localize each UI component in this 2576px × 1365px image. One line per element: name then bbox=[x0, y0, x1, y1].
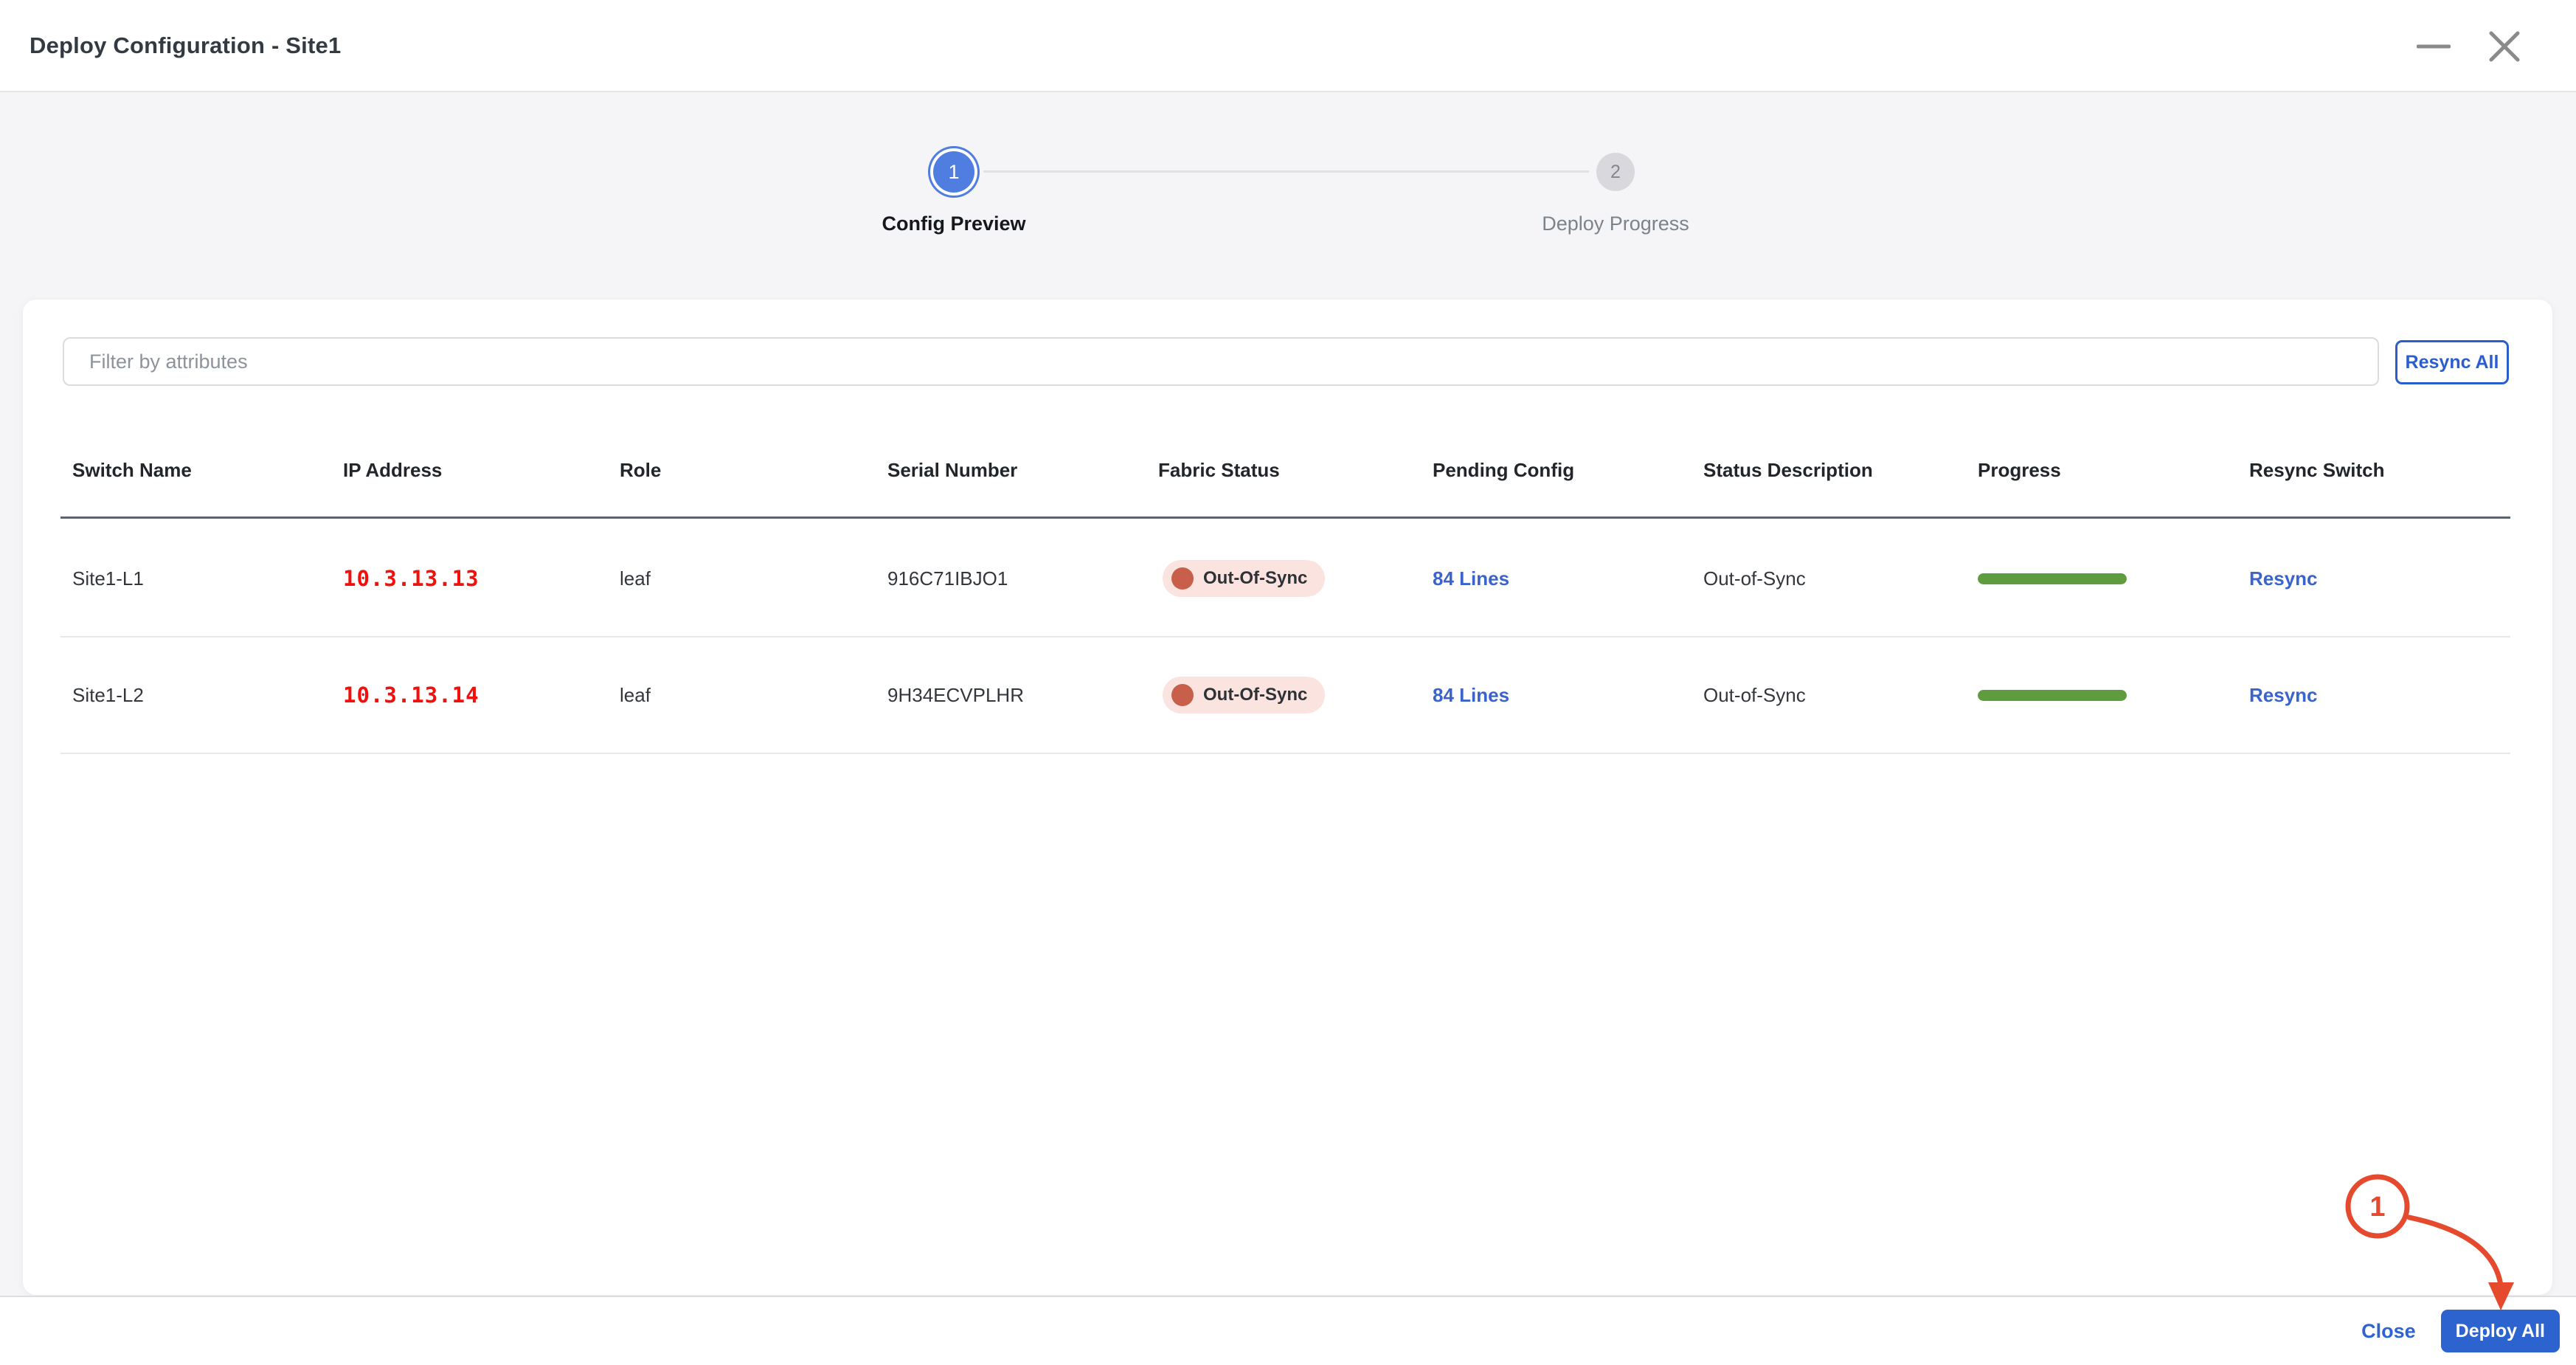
resync-cell: Resync bbox=[2249, 684, 2510, 707]
col-pending-config: Pending Config bbox=[1433, 458, 1575, 481]
progress-bar bbox=[1978, 689, 2127, 701]
config-preview-panel: Resync All Switch Name IP Address Role S… bbox=[23, 300, 2552, 1295]
col-status-description: Status Description bbox=[1703, 458, 1873, 481]
fabric-status-cell: Out-Of-Sync bbox=[1158, 677, 1433, 713]
progress-cell bbox=[1978, 689, 2249, 701]
col-ip-address: IP Address bbox=[343, 458, 443, 481]
resync-link[interactable]: Resync bbox=[2249, 567, 2318, 590]
col-fabric-status: Fabric Status bbox=[1158, 458, 1280, 481]
col-switch-name: Switch Name bbox=[72, 458, 192, 481]
dialog-title: Deploy Configuration - Site1 bbox=[30, 32, 342, 58]
pending-config-cell: 84 Lines bbox=[1433, 684, 1703, 707]
pending-config-link[interactable]: 84 Lines bbox=[1433, 684, 1509, 706]
table-row: Site1-L2 10.3.13.14 leaf 9H34ECVPLHR Out… bbox=[60, 637, 2510, 754]
step-1-circle: 1 bbox=[933, 151, 974, 193]
col-role: Role bbox=[620, 458, 662, 481]
filter-input[interactable] bbox=[63, 337, 2379, 386]
dialog-footer: Close Deploy All bbox=[0, 1296, 2576, 1365]
switch-name-cell: Site1-L1 bbox=[72, 567, 144, 590]
window-controls bbox=[2417, 0, 2521, 92]
switch-name-cell: Site1-L2 bbox=[72, 683, 144, 706]
deploy-configuration-dialog: Deploy Configuration - Site1 1 2 Config … bbox=[0, 0, 2576, 1365]
progress-bar bbox=[1978, 573, 2127, 584]
titlebar: Deploy Configuration - Site1 bbox=[0, 0, 2576, 92]
role-cell: leaf bbox=[620, 683, 651, 706]
status-badge: Out-Of-Sync bbox=[1163, 677, 1326, 713]
role-cell: leaf bbox=[620, 567, 651, 590]
col-resync-switch: Resync Switch bbox=[2249, 458, 2385, 481]
fabric-status-cell: Out-Of-Sync bbox=[1158, 560, 1433, 597]
resync-all-button[interactable]: Resync All bbox=[2395, 340, 2509, 384]
step-2-label: Deploy Progress bbox=[1542, 212, 1689, 235]
status-badge: Out-Of-Sync bbox=[1163, 560, 1326, 597]
progress-cell bbox=[1978, 573, 2249, 584]
status-dot-icon bbox=[1171, 684, 1194, 706]
status-description-cell: Out-of-Sync bbox=[1703, 567, 1806, 590]
resync-link[interactable]: Resync bbox=[2249, 684, 2318, 706]
pending-config-link[interactable]: 84 Lines bbox=[1433, 567, 1509, 590]
stepper-connector bbox=[983, 170, 1589, 173]
step-2-circle: 2 bbox=[1596, 153, 1635, 191]
status-dot-icon bbox=[1171, 567, 1194, 590]
step-1-label: Config Preview bbox=[882, 212, 1026, 235]
serial-number-cell: 916C71IBJO1 bbox=[887, 567, 1008, 590]
deploy-all-button[interactable]: Deploy All bbox=[2440, 1310, 2560, 1352]
ip-address-cell: 10.3.13.13 bbox=[343, 566, 479, 591]
minimize-icon[interactable] bbox=[2417, 30, 2451, 63]
col-progress: Progress bbox=[1978, 458, 2061, 481]
serial-number-cell: 9H34ECVPLHR bbox=[887, 683, 1024, 706]
step-2-number: 2 bbox=[1610, 161, 1621, 182]
resync-cell: Resync bbox=[2249, 567, 2510, 590]
step-1-number: 1 bbox=[948, 160, 960, 183]
close-button[interactable]: Close bbox=[2361, 1320, 2416, 1343]
status-description-cell: Out-of-Sync bbox=[1703, 683, 1806, 706]
table-header-row: Switch Name IP Address Role Serial Numbe… bbox=[60, 424, 2510, 519]
ip-address-cell: 10.3.13.14 bbox=[343, 682, 479, 708]
col-serial-number: Serial Number bbox=[887, 458, 1018, 481]
pending-config-cell: 84 Lines bbox=[1433, 567, 1703, 590]
close-icon[interactable] bbox=[2487, 30, 2521, 63]
table-row: Site1-L1 10.3.13.13 leaf 916C71IBJO1 Out… bbox=[60, 521, 2510, 637]
